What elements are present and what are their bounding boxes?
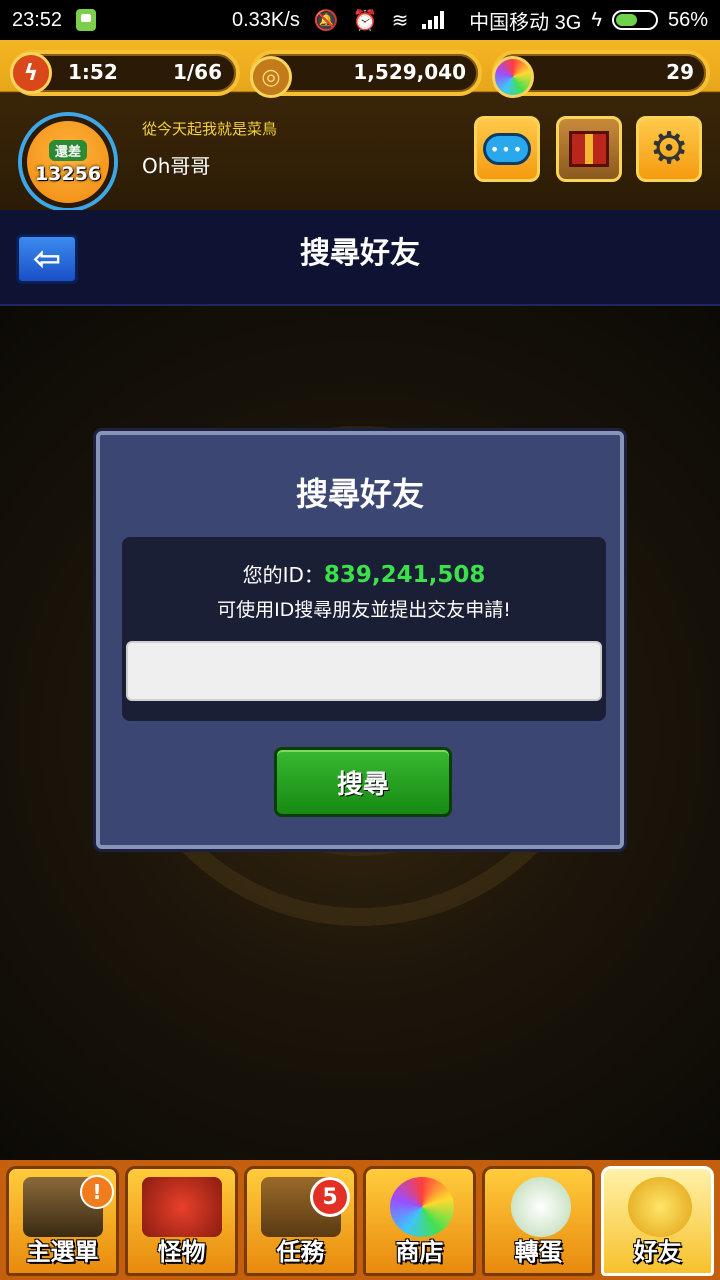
settings-button[interactable]: ⚙ xyxy=(636,116,702,182)
battery-icon xyxy=(611,10,658,30)
gift-button[interactable] xyxy=(556,116,622,182)
title-bar: ⇦ 搜尋好友 xyxy=(0,210,720,306)
gear-icon: ⚙ xyxy=(649,123,689,174)
lightning-icon: ϟ xyxy=(10,52,52,94)
mute-icon: 🔕 xyxy=(313,9,339,32)
dialog-title: 搜尋好友 xyxy=(295,475,424,513)
nav-quests[interactable]: 5 任務 xyxy=(244,1166,357,1276)
orb-count: 29 xyxy=(666,60,694,84)
clock: 23:52 xyxy=(12,8,63,31)
chat-bubble-icon: ••• xyxy=(483,133,531,165)
gold-bar[interactable]: ◎ 1,529,040 xyxy=(250,50,482,98)
status-bar: 23:52 0.33K/s 🔕 ⏰ ≋ 中国移动 3G ϟ 56% xyxy=(0,0,720,40)
battery-percent: 56% xyxy=(667,8,708,31)
stamina-timer: 1:52 xyxy=(68,60,118,84)
info-panel: 您的ID：839,241,508 可使用ID搜尋朋友並提出交友申請! xyxy=(122,537,606,721)
friend-id-input[interactable] xyxy=(126,641,602,701)
user-id-value: 839,241,508 xyxy=(323,562,486,588)
user-id-line: 您的ID：839,241,508 xyxy=(122,559,606,588)
player-motto: 從今天起我就是菜鳥 xyxy=(142,120,278,138)
quest-count-badge: 5 xyxy=(310,1177,350,1217)
player-name: Oh哥哥 xyxy=(142,154,211,178)
nav-label: 怪物 xyxy=(157,1238,206,1266)
alert-badge: ! xyxy=(80,1175,114,1209)
page-title: 搜尋好友 xyxy=(300,236,420,271)
gold-amount: 1,529,040 xyxy=(353,60,466,84)
bottom-nav: ! 主選單 怪物 5 任務 商店 轉蛋 好友 xyxy=(0,1160,720,1280)
nav-main-menu[interactable]: ! 主選單 xyxy=(6,1166,119,1276)
level-badge[interactable]: 還差 13256 xyxy=(22,116,114,208)
search-hint: 可使用ID搜尋朋友並提出交友申請! xyxy=(217,599,511,621)
carrier: 中国移动 3G xyxy=(469,11,582,34)
battery-level xyxy=(615,14,638,26)
signal-icon xyxy=(422,11,448,29)
nav-gacha[interactable]: 轉蛋 xyxy=(482,1166,595,1276)
rainbow-orb-icon xyxy=(492,56,534,98)
android-notification-icon xyxy=(76,9,97,31)
stamina-count: 1/66 xyxy=(172,60,222,84)
level-label: 還差 xyxy=(48,139,87,161)
friends-icon xyxy=(628,1177,692,1237)
network-speed: 0.33K/s xyxy=(232,8,300,31)
nav-label: 任務 xyxy=(276,1238,325,1266)
monster-icon xyxy=(142,1177,222,1237)
nav-label: 主選單 xyxy=(26,1238,99,1266)
wifi-icon: ≋ xyxy=(391,9,409,32)
chat-button[interactable]: ••• xyxy=(474,116,540,182)
search-button[interactable]: 搜尋 xyxy=(274,747,452,817)
alarm-icon: ⏰ xyxy=(352,9,378,32)
level-value: 13256 xyxy=(34,162,102,185)
charging-icon: ϟ xyxy=(591,8,602,31)
stamina-bar[interactable]: ϟ 1:52 1/66 xyxy=(10,50,240,96)
egg-icon xyxy=(511,1177,571,1237)
nav-label: 商店 xyxy=(395,1238,444,1266)
orb-icon xyxy=(390,1177,454,1237)
orb-bar[interactable]: 29 xyxy=(492,50,710,98)
nav-shop[interactable]: 商店 xyxy=(363,1166,476,1276)
nav-label: 轉蛋 xyxy=(514,1238,563,1266)
coin-icon: ◎ xyxy=(250,56,292,98)
gift-icon xyxy=(569,131,609,167)
user-id-label: 您的ID： xyxy=(242,563,324,587)
nav-monsters[interactable]: 怪物 xyxy=(125,1166,238,1276)
nav-label: 好友 xyxy=(633,1238,682,1266)
nav-friends[interactable]: 好友 xyxy=(601,1166,714,1276)
search-friend-dialog: 搜尋好友 您的ID：839,241,508 可使用ID搜尋朋友並提出交友申請! … xyxy=(96,431,624,849)
